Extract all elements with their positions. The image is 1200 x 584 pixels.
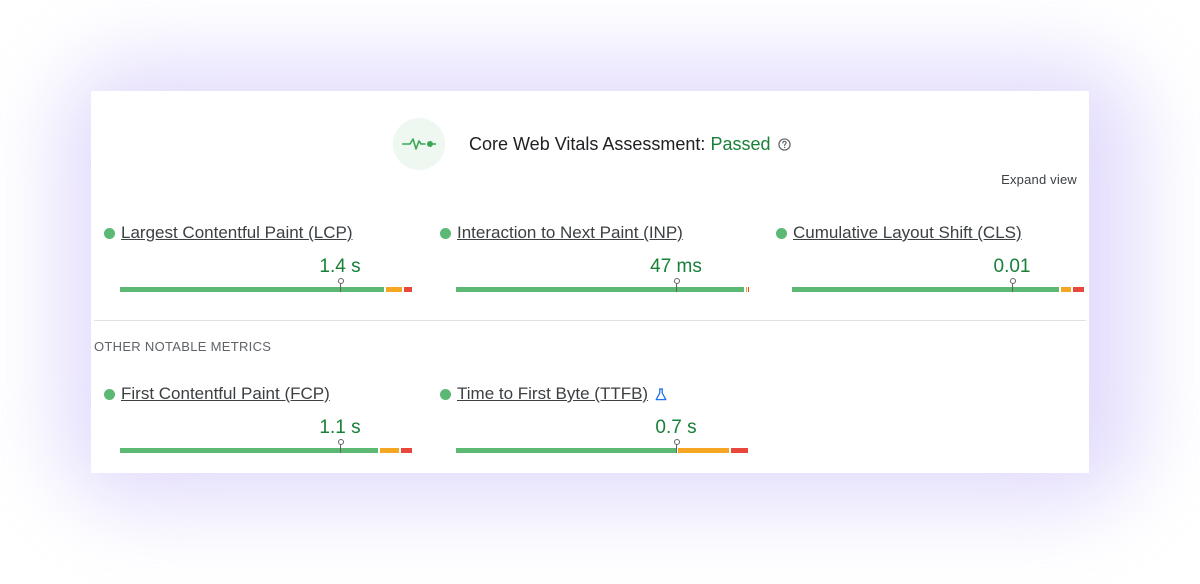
expand-view-link[interactable]: Expand view xyxy=(1001,172,1077,187)
needs-improvement-segment xyxy=(380,448,399,453)
metric-ttfb: Time to First Byte (TTFB) 0.7 s xyxy=(440,384,750,464)
good-segment xyxy=(456,287,744,292)
assessment-header: Core Web Vitals Assessment: Passed xyxy=(393,117,792,171)
needs-improvement-segment xyxy=(745,287,747,292)
metric-value: 1.4 s xyxy=(319,256,361,277)
good-segment xyxy=(456,448,676,453)
distribution-bar xyxy=(120,439,414,453)
metric-inp: Interaction to Next Paint (INP) 47 ms xyxy=(440,223,750,303)
p75-marker xyxy=(673,278,680,292)
pulse-icon xyxy=(393,118,445,170)
metric-link[interactable]: Interaction to Next Paint (INP) xyxy=(457,223,683,243)
assessment-title: Core Web Vitals Assessment: xyxy=(469,133,706,154)
good-segment xyxy=(792,287,1059,292)
good-status-dot xyxy=(776,227,787,239)
metric-title: Interaction to Next Paint (INP) xyxy=(440,223,683,243)
metric-link[interactable]: Cumulative Layout Shift (CLS) xyxy=(793,223,1022,243)
good-status-dot xyxy=(104,227,115,239)
metric-value: 0.01 xyxy=(993,256,1031,277)
metric-value: 0.7 s xyxy=(655,417,697,438)
distribution-bar xyxy=(456,439,750,453)
good-status-dot xyxy=(440,388,451,400)
metric-link[interactable]: First Contentful Paint (FCP) xyxy=(121,384,330,404)
metric-title: Largest Contentful Paint (LCP) xyxy=(104,223,353,243)
metric-link[interactable]: Largest Contentful Paint (LCP) xyxy=(121,223,353,243)
poor-segment xyxy=(400,448,412,453)
metric-value: 1.1 s xyxy=(319,417,361,438)
experimental-flask-icon[interactable] xyxy=(655,387,667,401)
good-segment xyxy=(120,287,385,292)
cwv-card: Core Web Vitals Assessment: Passed Expan… xyxy=(91,91,1089,473)
p75-marker xyxy=(673,439,680,453)
metric-title: Cumulative Layout Shift (CLS) xyxy=(776,223,1022,243)
metric-link[interactable]: Time to First Byte (TTFB) xyxy=(457,384,648,404)
other-metrics-heading: OTHER NOTABLE METRICS xyxy=(94,339,272,354)
poor-segment xyxy=(1072,287,1084,292)
distribution-bar xyxy=(456,278,750,292)
p75-marker xyxy=(337,278,344,292)
metric-fcp: First Contentful Paint (FCP) 1.1 s xyxy=(104,384,414,464)
help-icon[interactable] xyxy=(778,137,792,151)
poor-segment xyxy=(403,287,412,292)
good-status-dot xyxy=(440,227,451,239)
metric-title: Time to First Byte (TTFB) xyxy=(440,384,667,404)
distribution-bar xyxy=(792,278,1086,292)
poor-segment xyxy=(747,287,749,292)
metric-lcp: Largest Contentful Paint (LCP) 1.4 s xyxy=(104,223,414,303)
needs-improvement-segment xyxy=(1061,287,1071,292)
needs-improvement-segment xyxy=(386,287,402,292)
metric-value: 47 ms xyxy=(650,256,702,277)
poor-segment xyxy=(730,448,748,453)
metric-cls: Cumulative Layout Shift (CLS) 0.01 xyxy=(776,223,1086,303)
good-status-dot xyxy=(104,388,115,400)
needs-improvement-segment xyxy=(677,448,729,453)
distribution-bar xyxy=(120,278,414,292)
metric-title: First Contentful Paint (FCP) xyxy=(104,384,330,404)
assessment-status: Passed xyxy=(710,133,771,154)
p75-marker xyxy=(1009,278,1016,292)
p75-marker xyxy=(337,439,344,453)
section-divider xyxy=(94,320,1086,321)
